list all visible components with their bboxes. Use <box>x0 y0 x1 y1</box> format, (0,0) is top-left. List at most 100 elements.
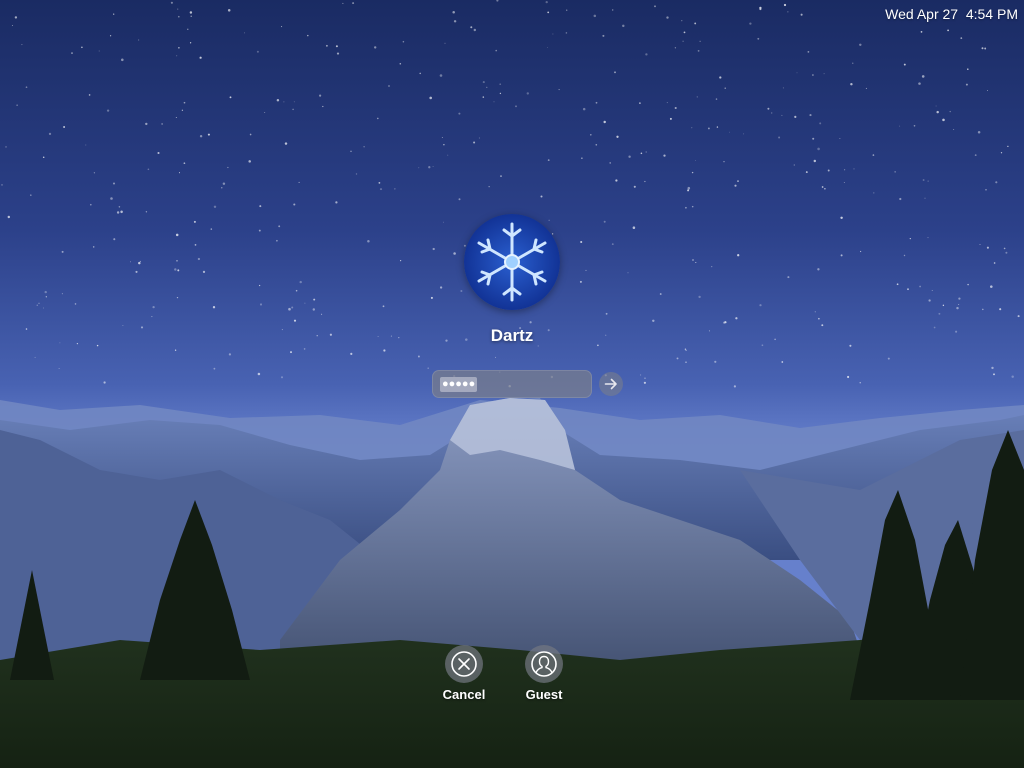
star <box>30 194 32 196</box>
star <box>387 84 391 88</box>
star <box>843 169 846 171</box>
submit-password-button[interactable] <box>599 372 623 396</box>
star <box>383 349 386 352</box>
star <box>737 180 739 182</box>
star <box>118 206 121 208</box>
menubar-clock: Wed Apr 27 4:54 PM <box>885 6 1018 22</box>
star <box>443 144 445 146</box>
star <box>913 124 916 127</box>
star <box>687 189 690 192</box>
star <box>823 73 825 75</box>
star <box>453 20 457 23</box>
star <box>1007 145 1009 148</box>
star <box>110 197 113 200</box>
star <box>947 29 950 32</box>
guest-circle[interactable] <box>525 645 563 683</box>
star <box>145 122 148 126</box>
star <box>213 205 217 209</box>
star <box>812 137 815 140</box>
star <box>614 71 616 74</box>
star <box>615 179 618 182</box>
star <box>207 133 210 136</box>
star <box>444 42 446 44</box>
guest-button[interactable]: Guest <box>520 645 568 702</box>
star <box>757 37 760 40</box>
star <box>558 89 560 91</box>
star <box>281 26 283 28</box>
star <box>674 106 677 110</box>
star <box>394 188 396 190</box>
star <box>644 180 646 183</box>
star <box>547 11 550 14</box>
star <box>839 138 841 140</box>
star <box>187 28 189 30</box>
star <box>611 9 614 11</box>
star <box>921 75 925 78</box>
star <box>595 101 598 104</box>
user-avatar[interactable] <box>464 214 560 310</box>
star <box>352 2 355 5</box>
star <box>244 32 246 34</box>
star <box>81 46 83 49</box>
star <box>787 11 789 13</box>
star <box>298 181 300 183</box>
star <box>666 16 669 19</box>
star <box>183 162 186 165</box>
star <box>176 55 178 57</box>
star <box>676 357 679 360</box>
cancel-button[interactable]: Cancel <box>440 645 488 702</box>
star <box>920 31 923 33</box>
star <box>178 172 181 174</box>
star <box>499 92 502 95</box>
star <box>417 355 420 358</box>
star <box>428 166 431 169</box>
star <box>696 96 698 98</box>
star <box>276 99 280 102</box>
star <box>145 211 148 213</box>
star <box>697 49 700 52</box>
star <box>682 40 684 42</box>
star <box>719 76 722 79</box>
star <box>303 348 306 350</box>
star <box>981 47 984 50</box>
star <box>93 172 96 174</box>
password-field[interactable]: ●●●●● <box>432 370 592 398</box>
star <box>781 114 783 116</box>
star <box>228 353 232 356</box>
star <box>991 366 994 370</box>
star <box>683 31 686 34</box>
star <box>640 374 642 376</box>
user-silhouette-icon <box>531 651 557 677</box>
star <box>847 375 850 379</box>
star <box>734 184 737 187</box>
star <box>663 154 666 157</box>
snowflake-icon <box>464 214 560 310</box>
star <box>590 134 592 136</box>
star <box>811 74 814 76</box>
star <box>729 131 730 133</box>
cancel-circle[interactable] <box>445 645 483 683</box>
star <box>112 182 116 185</box>
star <box>439 74 443 77</box>
star <box>526 92 529 95</box>
star <box>942 118 945 122</box>
star <box>227 9 231 12</box>
star <box>805 171 808 174</box>
star <box>189 42 192 44</box>
star <box>441 136 443 138</box>
star <box>1000 152 1003 154</box>
star <box>694 160 696 161</box>
star <box>645 53 648 56</box>
star <box>960 37 963 39</box>
star <box>495 356 497 358</box>
star <box>121 211 123 213</box>
star <box>25 86 28 89</box>
star <box>809 114 812 117</box>
star <box>336 52 340 55</box>
star <box>995 181 998 184</box>
star <box>644 377 646 379</box>
star <box>819 122 822 125</box>
star <box>639 102 641 104</box>
star <box>355 173 358 175</box>
star <box>694 22 697 25</box>
